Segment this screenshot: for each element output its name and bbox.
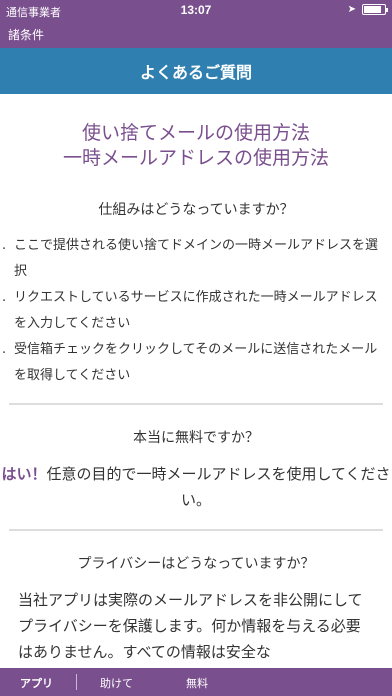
faq-answer-free: はい！任意の目的で一時メールアドレスを使用してください。 [0,461,392,513]
list-item: . 受信箱チェックをクリックしてそのメールに送信されたメールを取得してください [2,342,378,383]
faq-question-how: 仕組みはどうなっていますか？ [98,202,294,218]
status-right: ➤ [347,4,388,15]
tab-separator [76,674,77,690]
faq-answer-privacy: 当社アプリは実際のメールアドレスを非公開にしてプライバシーを保護します。何か情報… [18,591,363,661]
top-bar: 諸条件 [0,22,392,48]
faq-question-free: 本当に無料ですか？ [133,430,259,446]
divider [9,403,383,405]
clock: 13:07 [180,3,212,17]
page-header: よくあるご質問 [0,48,392,94]
list-item: . ここで提供される使い捨てドメインの一時メールアドレスを選択 [2,238,379,279]
back-link[interactable]: 諸条件 [8,26,44,43]
battery-icon [362,4,388,15]
tab-app[interactable]: アプリ [20,675,53,691]
main-title-line1: 使い捨てメールの使用方法 [81,122,310,144]
main-title: 使い捨てメールの使用方法 一時メールアドレスの使用方法 [0,121,392,171]
divider [9,529,383,531]
faq-content[interactable]: 使い捨てメールの使用方法 一時メールアドレスの使用方法 仕組みはどうなっています… [0,94,392,668]
page-title: よくあるご質問 [139,63,252,82]
answer-yes: はい！ [1,465,47,483]
status-bar: 通信事業者 13:07 ➤ [0,0,392,22]
answer-free-text: 任意の目的で一時メールアドレスを使用してください。 [46,465,391,509]
tab-bar: アプリ 助けて 無料 [0,668,392,696]
tab-free[interactable]: 無料 [186,675,208,691]
tab-help[interactable]: 助けて [100,675,133,691]
location-arrow-icon: ➤ [347,4,356,15]
list-item: . リクエストしているサービスに作成された一時メールアドレスを入力してください [2,290,378,331]
main-title-line2: 一時メールアドレスの使用方法 [62,147,329,169]
battery-fill [364,6,381,13]
faq-question-privacy: プライバシーはどうなっていますか？ [77,556,315,572]
faq-steps-list: . ここで提供される使い捨てドメインの一時メールアドレスを選択 . リクエストしてい… [0,233,392,389]
